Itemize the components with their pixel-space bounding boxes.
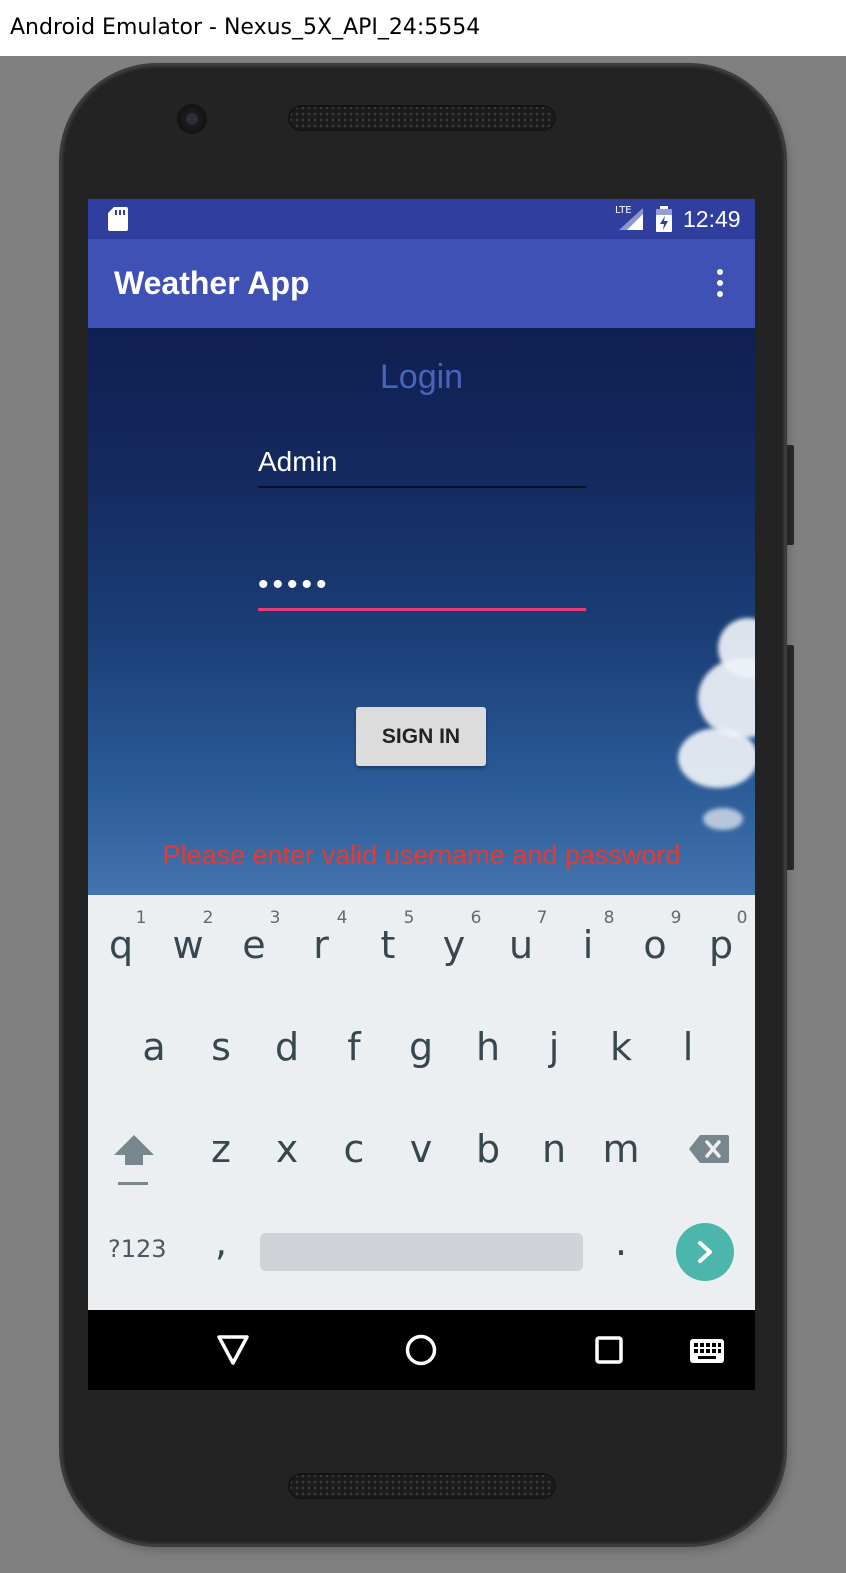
- app-title: Weather App: [114, 265, 310, 301]
- enter-key[interactable]: [676, 1223, 734, 1281]
- key-o[interactable]: o: [625, 923, 685, 967]
- key-period[interactable]: .: [591, 1220, 651, 1264]
- key-g[interactable]: g: [391, 1025, 451, 1069]
- device-screen: LTE 12:49 Weather App Login Admin ••••• …: [88, 199, 755, 1390]
- key-q[interactable]: q: [91, 923, 151, 967]
- keyboard-switch-icon[interactable]: [690, 1339, 724, 1363]
- key-n[interactable]: n: [524, 1127, 584, 1171]
- chevron-right-icon: [698, 1241, 712, 1263]
- shift-icon[interactable]: [114, 1133, 154, 1187]
- login-heading: Login: [379, 358, 464, 396]
- soft-keyboard: 1 2 3 4 5 6 7 8 9 0 q w e r t y u i o p …: [88, 895, 755, 1310]
- app-bar: Weather App: [88, 239, 755, 328]
- power-button: [784, 645, 794, 870]
- key-m[interactable]: m: [591, 1127, 651, 1171]
- home-icon[interactable]: [405, 1334, 437, 1366]
- cloud-decoration: [678, 728, 755, 788]
- spacebar[interactable]: [260, 1233, 583, 1271]
- key-j[interactable]: j: [524, 1025, 584, 1069]
- key-comma[interactable]: ,: [191, 1220, 251, 1264]
- key-y[interactable]: y: [424, 923, 484, 967]
- backspace-icon[interactable]: [689, 1135, 729, 1163]
- key-r[interactable]: r: [291, 923, 351, 967]
- volume-button: [784, 445, 794, 545]
- back-icon[interactable]: [216, 1334, 250, 1366]
- key-s[interactable]: s: [191, 1025, 251, 1069]
- key-u[interactable]: u: [491, 923, 551, 967]
- status-bar: LTE 12:49: [88, 199, 755, 239]
- window-title: Android Emulator - Nexus_5X_API_24:5554: [0, 0, 846, 56]
- key-x[interactable]: x: [257, 1127, 317, 1171]
- cloud-decoration: [703, 808, 743, 830]
- key-c[interactable]: c: [324, 1127, 384, 1171]
- symbols-key[interactable]: ?123: [108, 1235, 167, 1263]
- key-k[interactable]: k: [591, 1025, 651, 1069]
- sd-card-icon: [108, 207, 128, 231]
- front-camera: [177, 104, 207, 134]
- recents-icon[interactable]: [594, 1335, 624, 1365]
- bottom-speaker: [288, 1473, 556, 1499]
- key-b[interactable]: b: [458, 1127, 518, 1171]
- key-t[interactable]: t: [358, 923, 418, 967]
- navigation-bar: [88, 1310, 755, 1390]
- overflow-menu-icon[interactable]: [713, 269, 727, 299]
- key-h[interactable]: h: [458, 1025, 518, 1069]
- key-d[interactable]: d: [257, 1025, 317, 1069]
- key-a[interactable]: a: [124, 1025, 184, 1069]
- key-i[interactable]: i: [558, 923, 618, 967]
- status-time: 12:49: [683, 206, 741, 232]
- key-l[interactable]: l: [658, 1025, 718, 1069]
- username-field[interactable]: Admin: [258, 446, 586, 488]
- key-v[interactable]: v: [391, 1127, 451, 1171]
- signal-icon: [619, 208, 643, 230]
- battery-icon: [656, 206, 672, 232]
- key-e[interactable]: e: [224, 923, 284, 967]
- login-screen: Login Admin ••••• SIGN IN Please enter v…: [88, 328, 755, 895]
- key-f[interactable]: f: [324, 1025, 384, 1069]
- sign-in-button[interactable]: SIGN IN: [356, 707, 486, 766]
- top-speaker: [288, 105, 556, 131]
- error-message: Please enter valid username and password: [162, 840, 681, 870]
- key-w[interactable]: w: [158, 923, 218, 967]
- password-field[interactable]: •••••: [258, 568, 586, 611]
- key-p[interactable]: p: [691, 923, 751, 967]
- key-z[interactable]: z: [191, 1127, 251, 1171]
